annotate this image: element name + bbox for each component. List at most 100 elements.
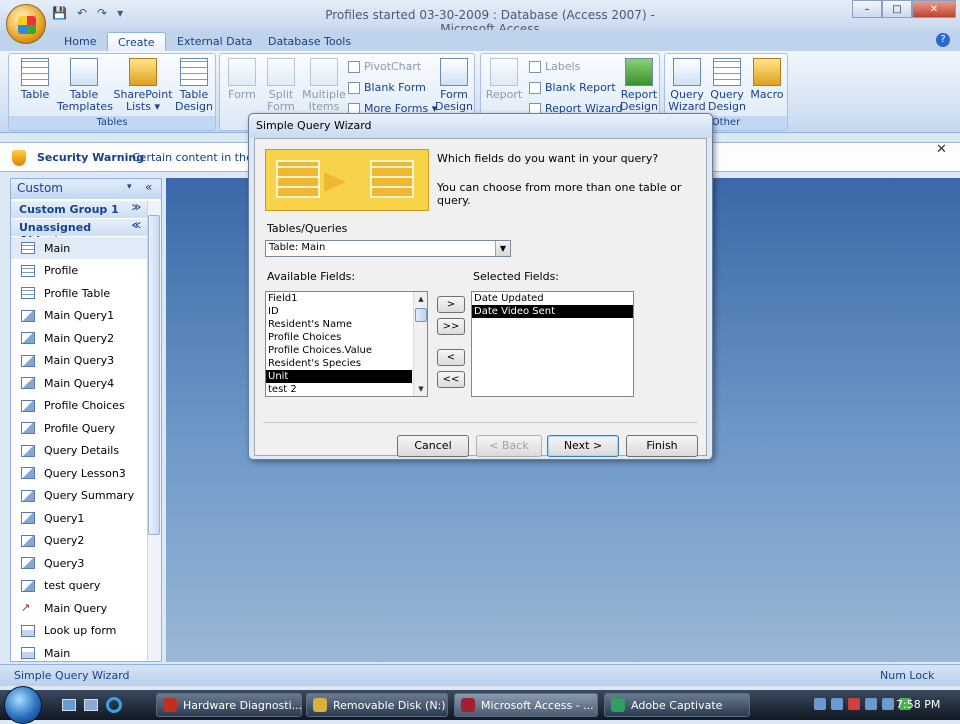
pivotchart-button[interactable]: PivotChart: [348, 60, 421, 73]
remove-field-button[interactable]: <: [437, 349, 465, 366]
table-design-button[interactable]: Table Design: [173, 58, 215, 113]
table-templates-button[interactable]: Table Templates ▾: [57, 58, 113, 125]
sharepoint-lists-button[interactable]: SharePoint Lists ▾: [113, 58, 173, 113]
minimize-button[interactable]: –: [852, 0, 882, 18]
maximize-button[interactable]: □: [882, 0, 912, 18]
nav-item[interactable]: Main Query3: [11, 350, 147, 372]
nav-item[interactable]: Main Query2: [11, 327, 147, 349]
add-field-button[interactable]: >: [437, 296, 465, 313]
available-fields-list[interactable]: Field1 ID Resident's Name Profile Choices Pr…: [265, 291, 428, 397]
taskbar-item-adobe-captivate[interactable]: Adobe Captivate: [604, 693, 750, 717]
tray-icon[interactable]: [848, 698, 860, 710]
office-button[interactable]: [6, 4, 46, 44]
report-design-button[interactable]: Report Design: [619, 58, 659, 113]
taskbar-item-microsoft-access[interactable]: Microsoft Access - ...: [454, 693, 598, 717]
tab-external-data[interactable]: External Data: [167, 32, 262, 51]
nav-item[interactable]: Look up form: [11, 620, 147, 642]
tray-icon[interactable]: [814, 698, 826, 710]
nav-item[interactable]: Query Lesson3: [11, 462, 147, 484]
available-field-item[interactable]: ID: [266, 305, 412, 318]
nav-header[interactable]: Custom ▾ «: [11, 179, 161, 199]
collapse-pane-icon[interactable]: «: [145, 180, 152, 194]
nav-item[interactable]: Main: [11, 237, 147, 259]
selected-fields-list[interactable]: Date Updated Date Video Sent: [471, 291, 634, 397]
nav-item[interactable]: ↗ Main Query: [11, 597, 147, 619]
tab-home[interactable]: Home: [54, 32, 106, 51]
nav-group-unassigned-objects[interactable]: Unassigned Objects ≪: [11, 219, 147, 247]
available-field-item[interactable]: Unit: [266, 370, 412, 383]
tab-database-tools[interactable]: Database Tools: [258, 32, 361, 51]
next-button[interactable]: Next >: [547, 435, 619, 457]
tray-icon[interactable]: [865, 698, 877, 710]
taskbar-item-hardware-diagnostics[interactable]: Hardware Diagnosti...: [156, 693, 302, 717]
blank-form-button[interactable]: Blank Form: [348, 81, 426, 94]
split-form-button[interactable]: Split Form: [264, 58, 298, 113]
form-button[interactable]: Form: [224, 58, 260, 101]
close-button[interactable]: ✕: [912, 0, 956, 18]
available-field-item[interactable]: Resident's Name: [266, 318, 412, 331]
available-field-item[interactable]: test 2: [266, 383, 412, 396]
cancel-button[interactable]: Cancel: [397, 435, 469, 457]
nav-item[interactable]: Query1: [11, 507, 147, 529]
redo-icon[interactable]: ↷: [97, 6, 107, 24]
available-scrollbar[interactable]: ▲ ▼: [413, 292, 427, 396]
add-all-fields-button[interactable]: >>: [437, 318, 465, 335]
nav-item[interactable]: test query: [11, 575, 147, 597]
selected-field-item[interactable]: Date Video Sent: [472, 305, 633, 318]
internet-explorer-icon[interactable]: [106, 697, 122, 713]
available-field-item[interactable]: Resident's Species: [266, 357, 412, 370]
start-button[interactable]: [4, 686, 42, 724]
back-button[interactable]: < Back: [476, 435, 542, 457]
undo-icon[interactable]: ↶: [77, 6, 87, 24]
form-design-button[interactable]: Form Design: [434, 58, 474, 113]
nav-item[interactable]: Query2: [11, 530, 147, 552]
selected-field-item[interactable]: Date Updated: [472, 292, 633, 305]
report-button[interactable]: Report: [485, 58, 523, 101]
available-field-item[interactable]: Profile Choices: [266, 331, 412, 344]
nav-item[interactable]: Main: [11, 642, 147, 664]
available-scroll-thumb[interactable]: [415, 308, 427, 322]
available-field-item[interactable]: Field1: [266, 292, 412, 305]
blank-report-button[interactable]: Blank Report: [529, 81, 616, 94]
nav-group-custom-group-1[interactable]: Custom Group 1 ≫: [11, 201, 147, 218]
finish-button[interactable]: Finish: [626, 435, 698, 457]
nav-item[interactable]: Profile Choices: [11, 395, 147, 417]
nav-scroll-thumb[interactable]: [148, 215, 160, 535]
chevron-down-icon[interactable]: ▼: [495, 241, 510, 256]
group-toggle-icon[interactable]: ≪: [132, 221, 141, 231]
multiple-items-icon: [310, 58, 338, 86]
volume-icon[interactable]: [882, 698, 894, 710]
labels-button[interactable]: Labels: [529, 60, 580, 73]
available-field-item[interactable]: Profile Choices.Value: [266, 344, 412, 357]
tables-queries-select[interactable]: Table: Main ▼: [265, 240, 511, 257]
query-wizard-button[interactable]: Query Wizard: [667, 58, 707, 113]
clock[interactable]: 7:58 PM: [896, 698, 940, 711]
macro-button[interactable]: Macro: [747, 58, 787, 101]
nav-item[interactable]: Profile Table: [11, 282, 147, 304]
nav-item[interactable]: Profile Query: [11, 417, 147, 439]
query-design-button[interactable]: Query Design: [707, 58, 747, 113]
remove-all-fields-button[interactable]: <<: [437, 371, 465, 388]
scroll-down-icon[interactable]: ▼: [414, 382, 428, 396]
chevron-down-icon[interactable]: ▾: [127, 182, 132, 192]
tab-create[interactable]: Create: [107, 32, 166, 51]
nav-item[interactable]: Main Query4: [11, 372, 147, 394]
save-icon[interactable]: 💾: [52, 6, 67, 24]
form-label: Form: [228, 88, 256, 101]
show-desktop-icon[interactable]: [62, 699, 76, 711]
tray-icon[interactable]: [831, 698, 843, 710]
nav-item[interactable]: Profile: [11, 260, 147, 282]
nav-item[interactable]: Query3: [11, 552, 147, 574]
customize-qat-icon[interactable]: ▾: [117, 6, 123, 24]
taskbar-item-removable-disk[interactable]: Removable Disk (N:): [306, 693, 448, 717]
nav-item[interactable]: Main Query1: [11, 305, 147, 327]
nav-item[interactable]: Query Summary: [11, 485, 147, 507]
multiple-items-button[interactable]: Multiple Items: [302, 58, 346, 113]
security-close-icon[interactable]: ✕: [936, 142, 947, 157]
scroll-up-icon[interactable]: ▲: [414, 292, 428, 306]
nav-item[interactable]: Query Details: [11, 440, 147, 462]
help-icon[interactable]: ?: [936, 33, 950, 47]
table-button[interactable]: Table: [15, 58, 55, 101]
switch-windows-icon[interactable]: [84, 699, 98, 711]
group-toggle-icon[interactable]: ≫: [132, 203, 141, 213]
